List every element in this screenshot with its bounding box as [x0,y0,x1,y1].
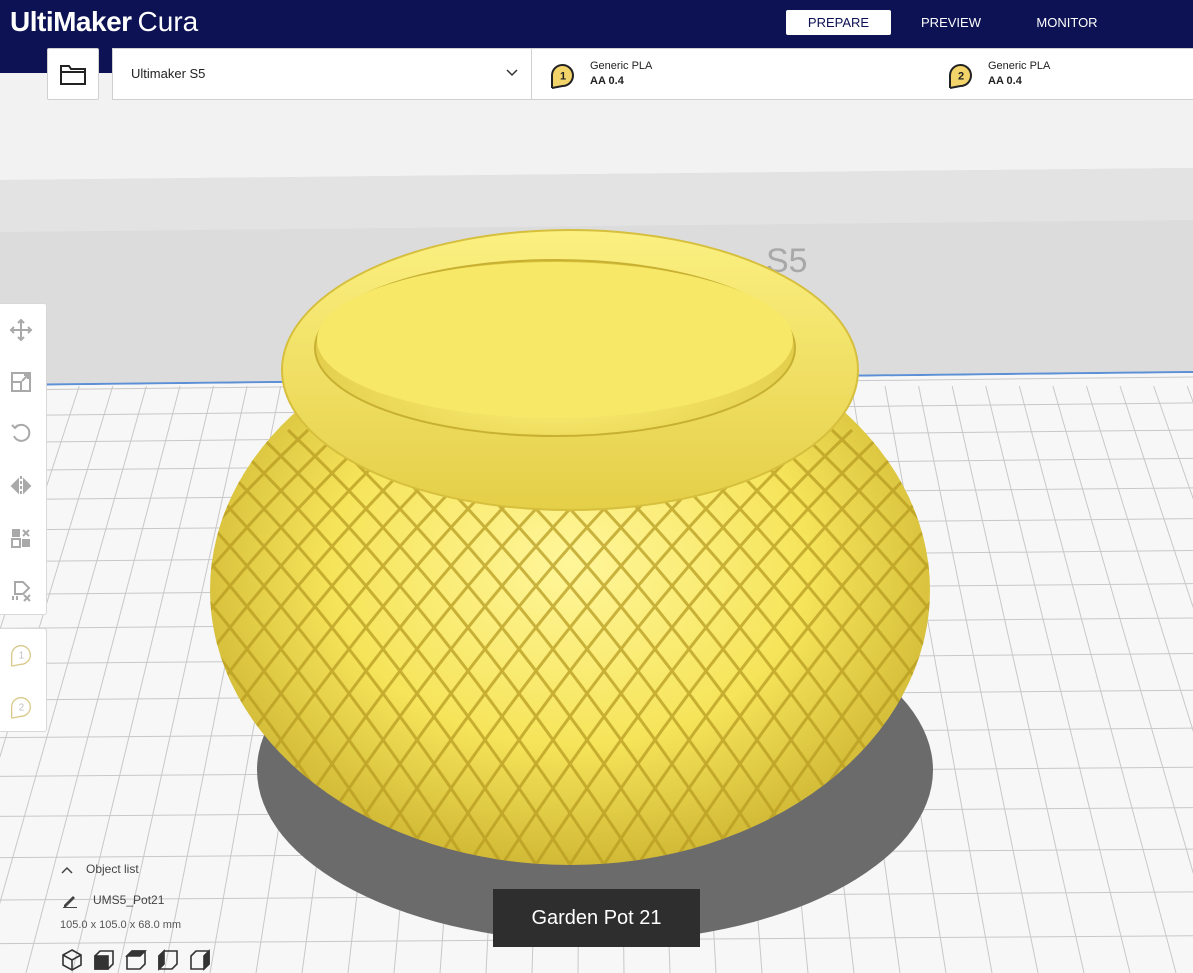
tab-prepare[interactable]: PREPARE [786,10,891,35]
camera-view-buttons [60,948,220,972]
app-logo: UltiMaker Cura [10,4,198,40]
front-view-icon[interactable] [92,948,116,972]
move-tool-button[interactable] [6,315,36,345]
rotate-tool-button[interactable] [6,418,36,448]
extruder-panel: 1 2 [0,628,47,732]
mirror-icon [10,476,32,496]
extruder-2-number: 2 [958,71,964,83]
tab-preview[interactable]: PREVIEW [901,10,1001,35]
move-icon [9,318,33,342]
mirror-tool-button[interactable] [6,471,36,501]
cura-window: UltiMaker Cura PREPARE PREVIEW MONITOR S… [0,0,1193,973]
object-name: UMS5_Pot21 [93,893,165,907]
extruder-2-small-number: 2 [19,703,24,714]
extruder-1-number: 1 [560,71,566,83]
object-dimensions: 105.0 x 105.0 x 68.0 mm [60,919,182,931]
extruder-1-small-icon: 1 [11,645,31,667]
scene-canvas: S5 [0,100,1193,973]
chevron-up-icon [61,866,73,874]
extruder-1-small-number: 1 [19,651,24,662]
extruder-2-core: AA 0.4 [988,75,1022,87]
object-list-label: Object list [86,862,139,876]
pencil-icon [63,896,77,908]
printer-name: Ultimaker S5 [131,66,206,81]
extruder-1-core: AA 0.4 [590,75,624,87]
extruder-1-button[interactable]: 1 [6,640,36,670]
logo-light-text: Cura [137,6,199,37]
open-file-button[interactable] [47,48,99,100]
chevron-down-icon [506,69,518,77]
scale-tool-button[interactable] [6,367,36,397]
model-caption: Garden Pot 21 [493,889,700,947]
support-blocker-icon [12,581,31,602]
tab-monitor[interactable]: MONITOR [1017,10,1117,35]
3d-viewport[interactable]: S5 [0,100,1193,973]
rotate-icon [11,423,31,442]
left-view-icon[interactable] [156,948,180,972]
object-list-toggle[interactable]: Object list [60,862,139,880]
extruder-1-material: Generic PLA [590,60,653,72]
extruder-2-material: Generic PLA [988,60,1051,72]
per-model-settings-icon [11,529,30,548]
logo-bold-text: UltiMaker [10,6,132,37]
extruder-2-small-icon: 2 [11,697,31,719]
3d-view-icon[interactable] [60,948,84,972]
support-blocker-button[interactable] [6,575,36,605]
extruder-2-config[interactable]: 2 Generic PLA AA 0.4 [944,49,1193,99]
tool-panel [0,303,47,615]
extruder-1-config[interactable]: 1 Generic PLA AA 0.4 [546,49,846,99]
per-model-settings-button[interactable] [6,523,36,553]
extruder-2-icon: 2 [949,64,972,89]
printer-bar: Ultimaker S5 1 Generic PLA AA 0.4 2 Gene… [112,48,1193,100]
top-view-icon[interactable] [124,948,148,972]
folder-icon [60,65,86,85]
right-view-icon[interactable] [188,948,212,972]
scale-icon [11,372,31,392]
extruder-2-button[interactable]: 2 [6,692,36,722]
printer-selector[interactable]: Ultimaker S5 [113,49,532,99]
extruder-1-icon: 1 [551,64,574,89]
